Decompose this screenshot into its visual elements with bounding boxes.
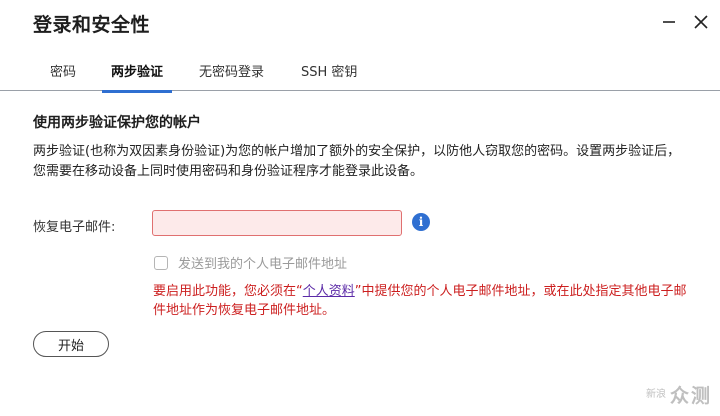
send-to-personal-email-option[interactable]: 发送到我的个人电子邮件地址 xyxy=(154,253,347,272)
tab-passwordless-login[interactable]: 无密码登录 xyxy=(199,61,264,92)
start-button[interactable]: 开始 xyxy=(33,331,109,357)
close-icon xyxy=(694,15,708,29)
tab-password[interactable]: 密码 xyxy=(50,61,76,92)
section-description: 两步验证(也称为双因素身份验证)为您的帐户增加了额外的安全保护，以防他人窃取您的… xyxy=(33,144,681,179)
recovery-email-label: 恢复电子邮件: xyxy=(33,220,116,235)
info-icon[interactable]: i xyxy=(412,213,430,231)
send-to-personal-email-label: 发送到我的个人电子邮件地址 xyxy=(178,257,348,272)
close-button[interactable] xyxy=(690,10,712,34)
tab-ssh-keys[interactable]: SSH 密钥 xyxy=(301,61,357,92)
minimize-icon xyxy=(663,21,675,23)
dialog-title: 登录和安全性 xyxy=(33,14,151,36)
recovery-email-input[interactable] xyxy=(152,210,402,236)
warning-prefix: 要启用此功能，您必须在“ xyxy=(153,284,303,299)
send-to-personal-email-checkbox[interactable] xyxy=(154,255,168,270)
warning-message: 要启用此功能，您必须在“个人资料”中提供您的个人电子邮件地址，或在此处指定其他电… xyxy=(153,282,693,320)
watermark-text: 众测 xyxy=(669,385,712,407)
minimize-button[interactable] xyxy=(658,10,680,34)
tab-two-step-verification[interactable]: 两步验证 xyxy=(101,61,173,93)
window-controls xyxy=(658,10,712,34)
watermark: 新浪 众测 xyxy=(646,381,712,408)
watermark-badge: 新浪 xyxy=(645,389,666,400)
tab-bar: 密码 两步验证 无密码登录 SSH 密钥 xyxy=(0,52,720,93)
personal-profile-link[interactable]: 个人资料 xyxy=(303,284,355,299)
section-title: 使用两步验证保护您的帐户 xyxy=(33,115,201,131)
